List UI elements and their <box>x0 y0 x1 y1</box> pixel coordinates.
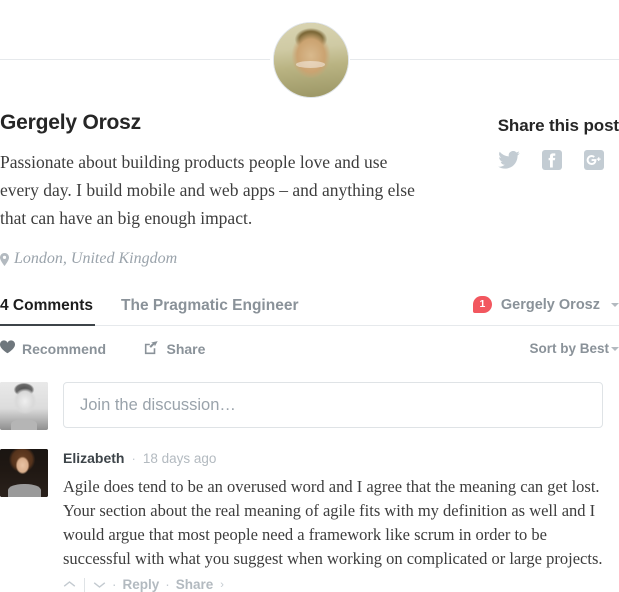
sort-dropdown[interactable]: Sort by Best <box>529 341 619 356</box>
share-title: Share this post <box>497 116 619 135</box>
disqus-widget: 4 Comments The Pragmatic Engineer 1 Gerg… <box>0 296 619 592</box>
author-bio: Passionate about building products peopl… <box>0 152 415 228</box>
tab-comments[interactable]: 4 Comments <box>0 296 93 316</box>
comment-text: Agile does tend to be an overused word a… <box>63 477 603 568</box>
notification-badge[interactable]: 1 <box>472 296 492 313</box>
disqus-account[interactable]: 1 Gergely Orosz <box>472 296 619 313</box>
comment-body: Elizabeth · 18 days ago Agile does tend … <box>63 449 611 592</box>
heart-icon <box>0 340 16 357</box>
current-user-avatar <box>0 382 48 430</box>
author-avatar-photo <box>273 23 348 97</box>
share-label: Share <box>166 341 206 357</box>
facebook-icon[interactable] <box>541 150 562 170</box>
comment-header: Elizabeth · 18 days ago <box>63 449 611 468</box>
disqus-share-button[interactable]: Share <box>144 340 205 358</box>
recommend-label: Recommend <box>22 340 107 357</box>
disqus-tab-bar: 4 Comments The Pragmatic Engineer 1 Gerg… <box>0 296 619 327</box>
comment-separator: · <box>131 451 136 466</box>
tab-site-name[interactable]: The Pragmatic Engineer <box>121 296 298 316</box>
comment-timestamp[interactable]: 18 days ago <box>143 450 217 468</box>
chevron-right-icon: › <box>220 578 224 591</box>
map-pin-icon <box>0 252 9 266</box>
comment-author[interactable]: Elizabeth <box>63 449 124 467</box>
footer-separator-1: · <box>112 577 117 592</box>
comment-composer: Join the discussion… <box>0 382 619 430</box>
author-location: London, United Kingdom <box>0 250 430 268</box>
commenter-avatar <box>0 449 48 497</box>
author-location-label: London, United Kingdom <box>14 250 178 267</box>
share-box-icon <box>144 340 159 358</box>
tab-active-underline <box>0 324 95 326</box>
author-avatar <box>269 19 350 99</box>
page-root: Gergely Orosz Passionate about building … <box>0 0 619 592</box>
google-plus-icon[interactable] <box>583 150 604 170</box>
chevron-down-icon <box>611 302 619 307</box>
author-avatar-ring <box>272 22 349 98</box>
comment-footer: · Reply · Share › <box>63 577 611 592</box>
author-name: Gergely Orosz <box>0 111 141 134</box>
comment-share-button[interactable]: Share <box>176 577 214 592</box>
reply-button[interactable]: Reply <box>123 577 160 592</box>
recommend-button[interactable]: Recommend <box>0 340 106 357</box>
chevron-down-icon <box>611 346 619 351</box>
comment-input[interactable]: Join the discussion… <box>63 382 603 428</box>
sort-label: Sort by Best <box>529 341 609 356</box>
comment-item: Elizabeth · 18 days ago Agile does tend … <box>0 449 619 592</box>
account-name: Gergely Orosz <box>500 296 600 313</box>
disqus-action-bar: Recommend Share Sort by Best <box>0 340 619 364</box>
vote-divider <box>84 577 85 592</box>
author-info: Gergely Orosz Passionate about building … <box>0 110 430 268</box>
share-icon-row <box>497 150 619 170</box>
footer-separator-2: · <box>165 577 170 592</box>
twitter-icon[interactable] <box>497 151 520 169</box>
share-block: Share this post <box>498 116 619 170</box>
comment-input-placeholder: Join the discussion… <box>80 395 236 414</box>
